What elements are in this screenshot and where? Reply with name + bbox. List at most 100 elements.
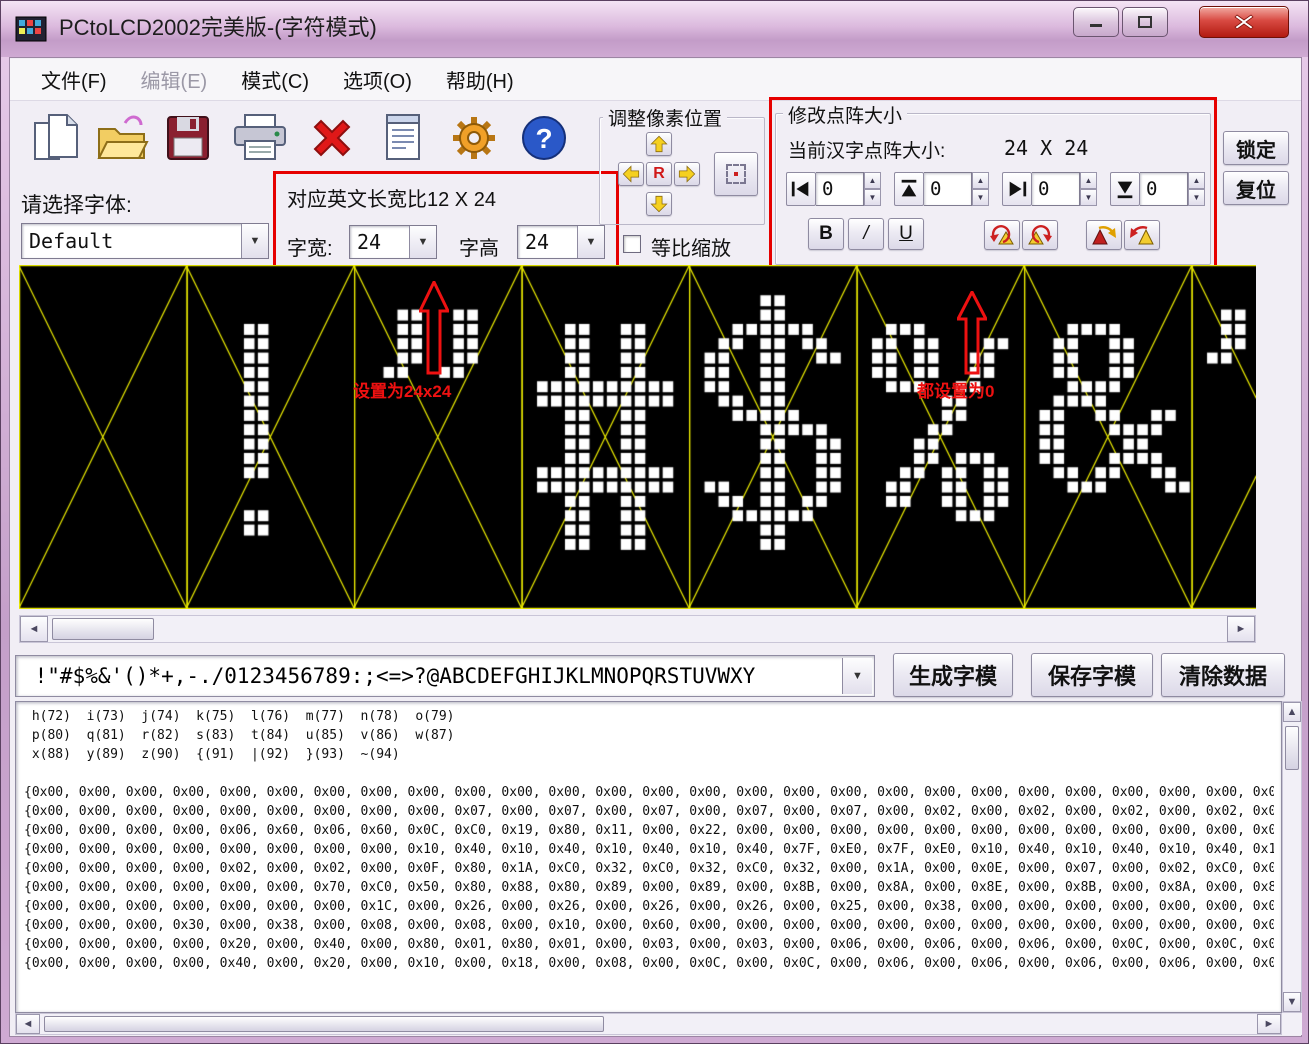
scrollbar-corner xyxy=(1282,1013,1302,1035)
char-codes-dropdown-icon[interactable]: ▼ xyxy=(842,658,872,694)
move-pixels-up-button[interactable] xyxy=(646,132,672,156)
offset-top-value[interactable]: 0 xyxy=(924,172,972,206)
save-font-button[interactable]: 保存字模 xyxy=(1031,653,1153,697)
delete-x-icon xyxy=(307,113,357,163)
help-icon: ? xyxy=(517,111,571,165)
report-doc-icon xyxy=(379,111,427,165)
reset-position-button[interactable]: R xyxy=(646,162,672,186)
preview-scroll-right-icon[interactable]: ► xyxy=(1227,616,1255,642)
window-title: PCtoLCD2002完美版-(字符模式) xyxy=(59,1,377,51)
preview-scroll-left-icon[interactable]: ◄ xyxy=(20,616,48,642)
output-vscroll-thumb[interactable] xyxy=(1285,726,1299,770)
char-height-arrow-icon[interactable]: ▼ xyxy=(577,226,604,258)
menu-options[interactable]: 选项(O) xyxy=(326,58,429,101)
char-codes-input[interactable] xyxy=(16,656,874,696)
move-pixels-down-button[interactable] xyxy=(646,192,672,216)
print-button[interactable] xyxy=(229,111,291,165)
bold-button[interactable]: B xyxy=(808,218,844,250)
up-arrow-icon xyxy=(649,134,669,154)
output-panel[interactable]: h(72) i(73) j(74) k(75) l(76) m(77) n(78… xyxy=(15,701,1282,1013)
offset-bottom-updown[interactable]: ▲▼ xyxy=(1188,172,1205,206)
italic-button[interactable]: / xyxy=(848,218,884,250)
new-file-icon xyxy=(29,111,81,165)
underline-button[interactable]: U xyxy=(888,218,924,250)
open-file-button[interactable] xyxy=(95,111,151,165)
dot-matrix-group-title: 修改点阵大小 xyxy=(783,101,907,128)
char-height-label: 字高 xyxy=(459,232,499,261)
center-pixels-button[interactable] xyxy=(714,152,758,196)
menu-edit: 编辑(E) xyxy=(124,58,225,101)
offset-right-value[interactable]: 0 xyxy=(1032,172,1080,206)
rotate-left-button[interactable] xyxy=(984,220,1020,250)
preview-hscrollbar[interactable]: ◄ ► xyxy=(19,615,1256,643)
rotate-left-icon xyxy=(989,224,1015,246)
output-hscrollbar[interactable]: ◄ ► xyxy=(15,1013,1282,1035)
lcd-preview[interactable]: 设置为24x24 都设置为0 xyxy=(19,265,1256,609)
output-vscrollbar[interactable]: ▲ ▼ xyxy=(1282,701,1302,1013)
rotate-right-button[interactable] xyxy=(1022,220,1058,250)
offset-right-updown[interactable]: ▲▼ xyxy=(1080,172,1097,206)
offset-bottom-value[interactable]: 0 xyxy=(1140,172,1188,206)
offset-top-spinner: 0 ▲▼ xyxy=(894,172,989,206)
lock-button[interactable]: 锁定 xyxy=(1223,131,1289,165)
shift-right-edge-icon[interactable] xyxy=(1002,172,1032,206)
current-matrix-value: 24 X 24 xyxy=(1004,136,1088,160)
output-scroll-right-icon[interactable]: ► xyxy=(1257,1014,1281,1034)
font-combobox-arrow-icon[interactable]: ▼ xyxy=(241,224,268,258)
dot-matrix-group: 当前汉字点阵大小: 24 X 24 0 ▲▼ 0 ▲▼ 0 ▲▼ xyxy=(775,113,1211,265)
menu-help[interactable]: 帮助(H) xyxy=(429,58,531,101)
help-button[interactable]: ? xyxy=(517,111,571,165)
offset-left-value[interactable]: 0 xyxy=(816,172,864,206)
offset-top-updown[interactable]: ▲▼ xyxy=(972,172,989,206)
offset-left-updown[interactable]: ▲▼ xyxy=(864,172,881,206)
settings-button[interactable] xyxy=(447,111,501,165)
reset-button[interactable]: 复位 xyxy=(1223,171,1289,205)
shift-bottom-edge-icon[interactable] xyxy=(1110,172,1140,206)
char-codes-field[interactable]: ▼ xyxy=(15,655,875,697)
menu-mode[interactable]: 模式(C) xyxy=(224,58,326,101)
char-width-label: 字宽: xyxy=(287,232,333,261)
preview-hscroll-thumb[interactable] xyxy=(52,618,154,640)
flip-vertical-button[interactable] xyxy=(1124,220,1160,250)
proportional-scale-checkbox[interactable] xyxy=(623,235,641,253)
flip-horizontal-button[interactable] xyxy=(1086,220,1122,250)
save-floppy-icon xyxy=(163,111,213,165)
titlebar[interactable]: PCtoLCD2002完美版-(字符模式) xyxy=(1,1,1308,57)
clear-data-button[interactable]: 清除数据 xyxy=(1161,653,1285,697)
shift-left-edge-icon[interactable] xyxy=(786,172,816,206)
generate-font-button[interactable]: 生成字模 xyxy=(893,653,1013,697)
rotate-right-icon xyxy=(1027,224,1053,246)
save-button[interactable] xyxy=(163,111,213,165)
maximize-button[interactable] xyxy=(1122,7,1168,37)
shift-top-edge-icon[interactable] xyxy=(894,172,924,206)
delete-button[interactable] xyxy=(307,113,357,163)
char-height-value: 24 xyxy=(518,226,577,258)
char-height-combobox[interactable]: 24 ▼ xyxy=(517,225,605,259)
font-combobox[interactable]: Default ▼ xyxy=(21,223,269,259)
maximize-icon xyxy=(1137,15,1153,29)
menubar: 文件(F) 编辑(E) 模式(C) 选项(O) 帮助(H) xyxy=(10,59,1301,101)
current-matrix-label: 当前汉字点阵大小: xyxy=(788,136,945,163)
output-hscroll-thumb[interactable] xyxy=(44,1016,604,1032)
output-scroll-down-icon[interactable]: ▼ xyxy=(1283,992,1301,1012)
char-width-arrow-icon[interactable]: ▼ xyxy=(409,226,436,258)
pixel-position-group: R xyxy=(599,117,765,225)
flip-vertical-icon xyxy=(1129,224,1155,246)
offset-bottom-spinner: 0 ▲▼ xyxy=(1110,172,1205,206)
close-button[interactable] xyxy=(1199,6,1289,38)
report-button[interactable] xyxy=(379,111,427,165)
move-pixels-right-button[interactable] xyxy=(674,162,700,186)
new-file-button[interactable] xyxy=(29,111,81,165)
minimize-button[interactable] xyxy=(1073,7,1119,37)
menu-file[interactable]: 文件(F) xyxy=(24,58,124,101)
output-scroll-left-icon[interactable]: ◄ xyxy=(16,1014,40,1034)
char-width-value: 24 xyxy=(350,226,409,258)
move-pixels-left-button[interactable] xyxy=(618,162,644,186)
offset-right-spinner: 0 ▲▼ xyxy=(1002,172,1097,206)
char-width-combobox[interactable]: 24 ▼ xyxy=(349,225,437,259)
lcd-canvas[interactable] xyxy=(19,265,1256,609)
app-icon xyxy=(15,13,47,45)
app-window: PCtoLCD2002完美版-(字符模式) 文件(F) 编辑(E) 模式(C) … xyxy=(0,0,1309,1044)
minimize-icon xyxy=(1088,15,1104,29)
output-scroll-up-icon[interactable]: ▲ xyxy=(1283,702,1301,722)
